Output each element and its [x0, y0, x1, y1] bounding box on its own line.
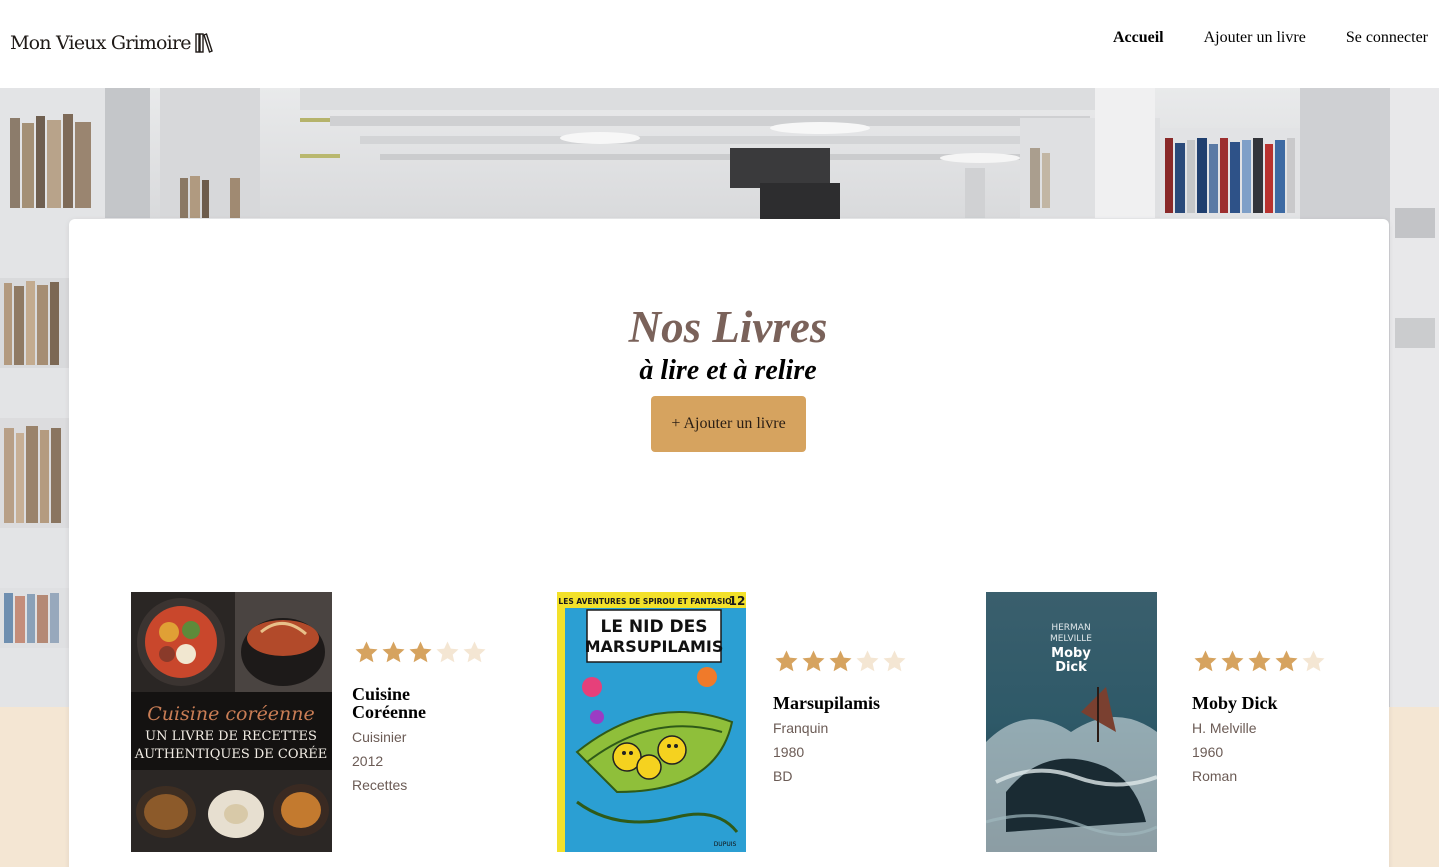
book-genre: Recettes [352, 777, 408, 793]
book-author: Franquin [773, 720, 829, 736]
cover-line1: LE NID DES [601, 617, 708, 637]
cover-title-line2: Dick [1055, 660, 1087, 675]
book-title: Moby Dick [1192, 693, 1278, 713]
books-card: Nos Livres à lire et à relire + Ajouter … [69, 219, 1389, 867]
add-book-button[interactable]: + Ajouter un livre [651, 396, 806, 452]
book-card-marsupilamis[interactable]: LES AVENTURES DE SPIROU ET FANTASIO 12 L… [557, 592, 937, 852]
logo-text: Mon Vieux Grimoire [10, 32, 191, 54]
page-subtitle: à lire et à relire [639, 355, 817, 386]
book-year: 1960 [1192, 744, 1224, 760]
rating-stars [353, 640, 488, 665]
star-full-icon [1194, 650, 1217, 672]
star-full-icon [1221, 650, 1244, 672]
cover-line2: MARSUPILAMIS [585, 637, 724, 656]
cover-line2: UN LIVRE DE RECETTES [145, 729, 317, 744]
star-full-icon [829, 650, 852, 672]
book-cover: LES AVENTURES DE SPIROU ET FANTASIO 12 L… [557, 592, 746, 852]
cover-publisher: DUPUIS [714, 841, 737, 848]
nav-accueil[interactable]: Accueil [1113, 29, 1164, 47]
main-nav: Accueil Ajouter un livre Se connecter [1073, 29, 1428, 47]
star-full-icon [802, 650, 825, 672]
book-card-moby-dick[interactable]: HERMAN MELVILLE Moby Dick Moby Dick H. M… [986, 592, 1366, 852]
book-genre: Roman [1192, 768, 1238, 784]
site-logo[interactable]: Mon Vieux Grimoire [10, 30, 213, 56]
book-cover: HERMAN MELVILLE Moby Dick [986, 592, 1157, 852]
star-full-icon [409, 641, 432, 663]
star-full-icon [1248, 650, 1271, 672]
star-full-icon [382, 641, 405, 663]
page-title: Nos Livres [628, 302, 828, 352]
cover-illustration: HERMAN MELVILLE Moby Dick [986, 592, 1157, 852]
book-cover: Cuisine coréenne UN LIVRE DE RECETTES AU… [131, 592, 332, 852]
rating-stars [773, 649, 908, 674]
nav-se-connecter[interactable]: Se connecter [1346, 29, 1428, 47]
rating-stars [1192, 649, 1327, 674]
book-author: H. Melville [1192, 720, 1257, 736]
book-year: 1980 [773, 744, 805, 760]
star-empty-icon [856, 650, 879, 672]
star-empty-icon [1302, 650, 1325, 672]
nav-ajouter-livre[interactable]: Ajouter un livre [1204, 29, 1306, 47]
star-empty-icon [436, 641, 459, 663]
cover-series: LES AVENTURES DE SPIROU ET FANTASIO [558, 597, 731, 606]
star-empty-icon [463, 641, 486, 663]
cover-number: 12 [729, 594, 746, 608]
cover-illustration: LES AVENTURES DE SPIROU ET FANTASIO 12 L… [557, 592, 746, 852]
site-header: Mon Vieux Grimoire Accueil Ajouter un li… [0, 0, 1439, 88]
cover-line1: Cuisine coréenne [147, 703, 315, 725]
cover-illustration: Cuisine coréenne UN LIVRE DE RECETTES AU… [131, 592, 332, 852]
cover-line3: AUTHENTIQUES DE CORÉE [134, 746, 328, 762]
book-year: 2012 [352, 753, 384, 769]
star-full-icon [1275, 650, 1298, 672]
cover-author-line2: MELVILLE [1050, 634, 1092, 644]
book-title: Cuisine Coréenne [352, 684, 426, 722]
star-full-icon [355, 641, 378, 663]
cover-title-line1: Moby [1051, 646, 1091, 661]
book-genre: BD [773, 768, 793, 784]
star-full-icon [775, 650, 798, 672]
star-empty-icon [883, 650, 906, 672]
book-card-cuisine-coreenne[interactable]: Cuisine coréenne UN LIVRE DE RECETTES AU… [131, 592, 511, 852]
books-logo-icon [194, 33, 213, 53]
book-author: Cuisinier [352, 729, 407, 745]
cover-author-line1: HERMAN [1051, 623, 1090, 633]
book-title: Marsupilamis [773, 693, 881, 713]
